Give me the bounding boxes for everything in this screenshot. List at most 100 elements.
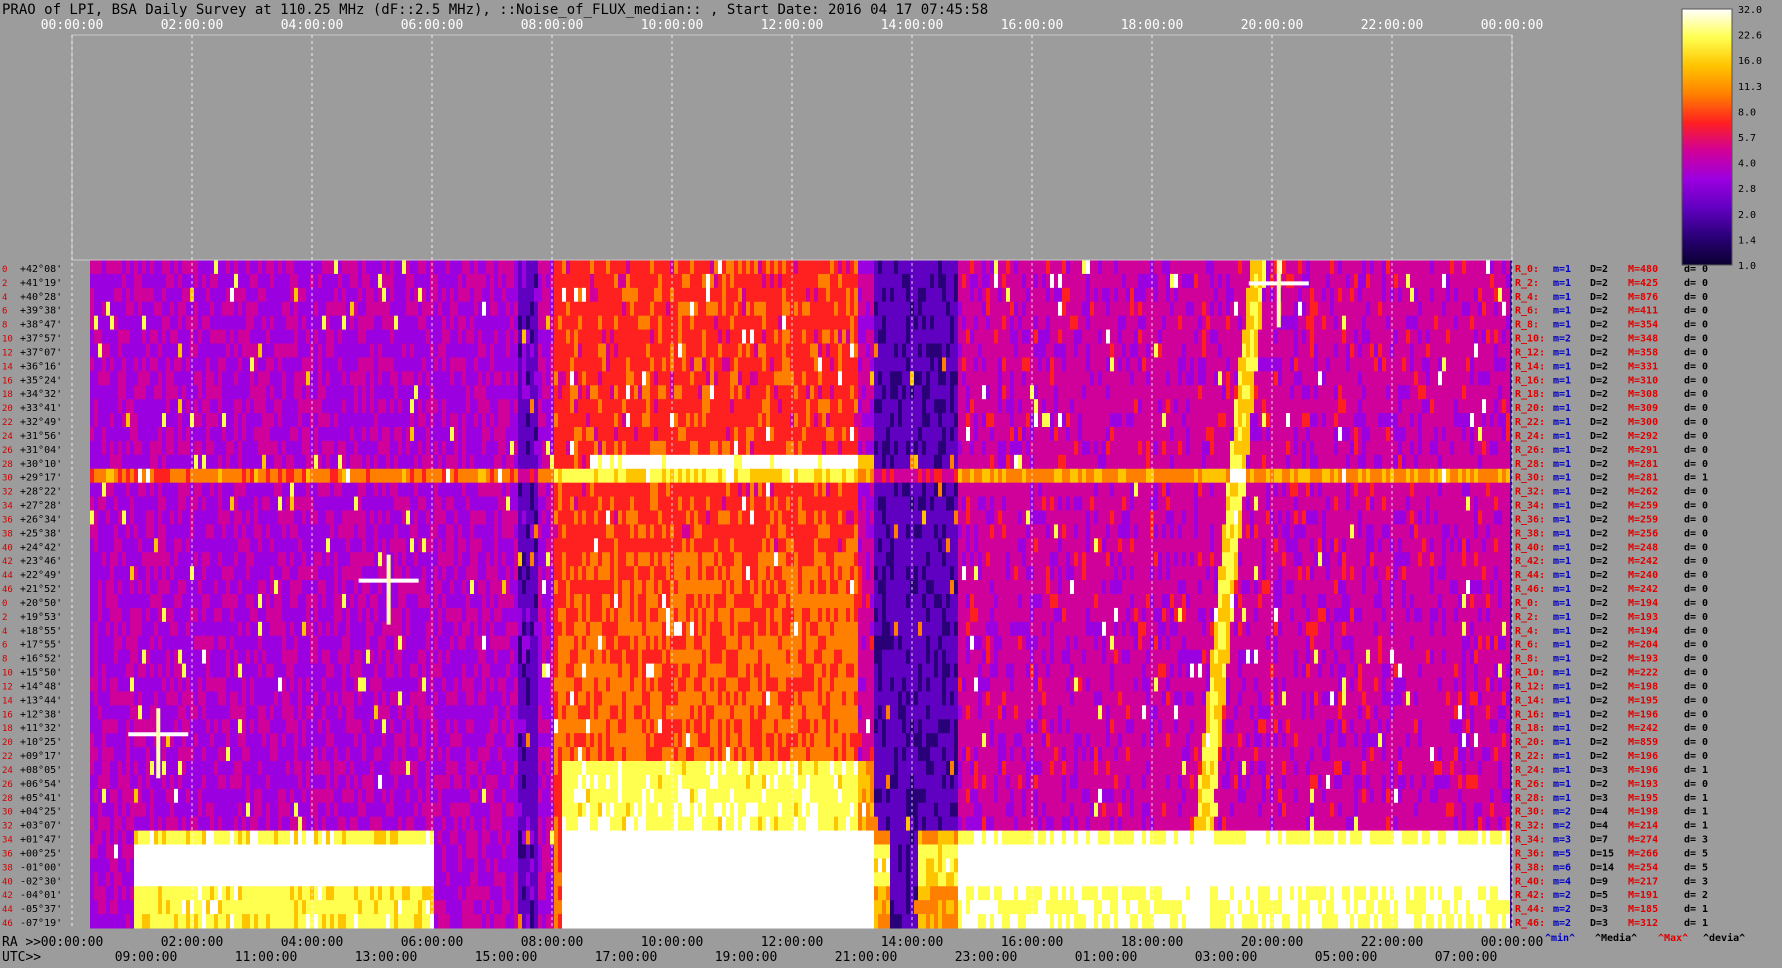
heat-cell (262, 427, 266, 442)
heat-cell (1214, 413, 1218, 428)
heat-cell (1210, 287, 1214, 303)
heat-cell (1402, 399, 1406, 414)
heat-cell (870, 399, 874, 414)
heat-cell (1382, 399, 1386, 414)
heat-cell (1282, 287, 1286, 303)
heat-cell (286, 413, 290, 428)
heat-cell (622, 440, 626, 456)
heat-cell (878, 427, 882, 442)
heat-cell (1358, 413, 1362, 428)
heat-cell (750, 371, 754, 386)
heat-cell (246, 385, 250, 400)
heat-cell (1062, 440, 1066, 456)
heat-cell (318, 427, 322, 442)
heat-cell (1342, 329, 1346, 344)
heat-cell (362, 399, 366, 414)
heat-cell (618, 329, 622, 344)
heat-cell (1418, 413, 1422, 428)
heat-cell (874, 399, 878, 414)
heat-cell (342, 413, 346, 428)
heat-cell (354, 273, 358, 289)
heat-cell (1202, 427, 1206, 442)
heat-cell (306, 371, 310, 386)
heat-cell (882, 357, 886, 372)
heat-cell (950, 371, 954, 386)
heat-cell (330, 413, 334, 428)
heat-cell (430, 260, 434, 275)
heat-cell (1358, 273, 1362, 289)
heat-cell (1458, 329, 1462, 344)
heat-cell (618, 413, 622, 428)
heat-cell (926, 427, 930, 442)
heat-cell (1018, 413, 1022, 428)
heat-cell (446, 399, 450, 414)
heat-cell (1446, 273, 1450, 289)
heat-cell (134, 301, 138, 317)
heat-cell (490, 399, 494, 414)
heat-cell (546, 371, 550, 386)
heat-cell (198, 260, 202, 275)
heat-cell (170, 273, 174, 289)
heat-cell (650, 371, 654, 386)
heat-cell (270, 399, 274, 414)
heat-cell (1002, 385, 1006, 400)
heat-cell (1002, 427, 1006, 442)
heat-cell (918, 371, 922, 386)
heat-cell (326, 287, 330, 303)
heat-cell (822, 315, 826, 331)
heat-cell (1274, 357, 1278, 372)
heat-cell (234, 385, 238, 400)
heat-cell (630, 357, 634, 372)
heat-cell (522, 260, 526, 275)
heat-cell (438, 343, 442, 358)
heat-cell (530, 329, 534, 344)
heat-cell (638, 273, 642, 289)
heat-cell (534, 385, 538, 400)
heat-cell (1094, 273, 1098, 289)
heat-cell (334, 273, 338, 289)
heat-cell (1398, 357, 1402, 372)
heat-cell (450, 260, 454, 275)
heat-cell (1290, 427, 1294, 442)
heat-cell (206, 399, 210, 414)
heat-cell (570, 315, 574, 331)
heat-cell (254, 260, 258, 275)
heat-cell (1086, 315, 1090, 331)
heat-cell (1314, 329, 1318, 344)
heat-cell (874, 315, 878, 331)
heat-cell (498, 287, 502, 303)
heat-cell (930, 329, 934, 344)
heat-cell (1338, 413, 1342, 428)
heat-cell (1154, 399, 1158, 414)
heat-cell (746, 343, 750, 358)
heat-cell (974, 343, 978, 358)
heat-cell (206, 343, 210, 358)
heat-cell (934, 260, 938, 275)
heat-cell (462, 440, 466, 456)
heat-cell (98, 440, 102, 456)
heat-cell (1306, 357, 1310, 372)
heat-cell (202, 413, 206, 428)
heat-cell (1166, 260, 1170, 275)
heat-cell (334, 287, 338, 303)
heat-cell (1162, 427, 1166, 442)
heat-cell (450, 343, 454, 358)
heat-cell (1402, 287, 1406, 303)
heat-cell (1038, 371, 1042, 386)
heat-cell (270, 287, 274, 303)
heat-cell (706, 399, 710, 414)
heat-cell (106, 301, 110, 317)
heat-cell (158, 440, 162, 456)
heat-cell (1082, 329, 1086, 344)
heat-cell (834, 260, 838, 275)
heat-cell (514, 343, 518, 358)
heat-cell (666, 385, 670, 400)
heat-cell (326, 399, 330, 414)
heat-cell (758, 260, 762, 275)
heat-cell (810, 357, 814, 372)
heat-cell (1126, 385, 1130, 400)
heat-cell (638, 329, 642, 344)
heat-cell (966, 399, 970, 414)
heat-cell (982, 343, 986, 358)
heat-cell (1142, 385, 1146, 400)
